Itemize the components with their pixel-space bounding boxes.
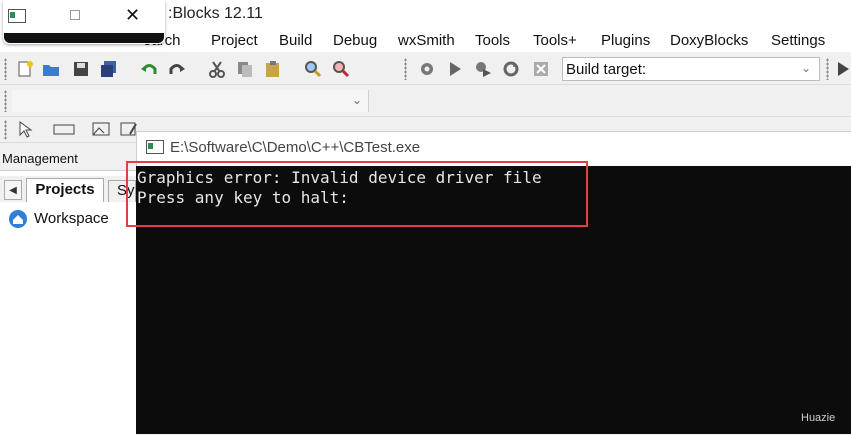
build-target-label: Build target: (566, 61, 647, 78)
tab-scroll-left-icon[interactable]: ◀ (4, 180, 22, 200)
menu-wxsmith[interactable]: wxSmith (398, 32, 455, 49)
menu-doxyblocks[interactable]: DoxyBlocks (670, 32, 748, 49)
ide-title: :Blocks 12.11 (168, 5, 263, 22)
scope-dropdown[interactable] (12, 90, 369, 112)
menu-tools[interactable]: Tools (475, 32, 510, 49)
undo-icon[interactable] (140, 60, 158, 78)
find-icon[interactable] (304, 60, 322, 78)
cut-icon[interactable] (208, 60, 226, 78)
run-icon[interactable] (446, 60, 464, 78)
toolbar-grip[interactable] (4, 90, 7, 112)
build-gear-icon[interactable] (418, 60, 436, 78)
menu-settings[interactable]: Settings (771, 32, 825, 49)
new-file-icon[interactable] (16, 60, 34, 78)
console-app-icon (8, 9, 26, 23)
tab-projects[interactable]: Projects (26, 178, 104, 202)
paste-icon[interactable] (264, 60, 282, 78)
minimized-window-bar (4, 33, 164, 43)
menu-project[interactable]: Project (211, 32, 258, 49)
image-icon[interactable] (92, 120, 110, 138)
workspace-tree-item[interactable]: Workspace (34, 210, 109, 227)
abort-icon[interactable] (532, 60, 550, 78)
toolbar-grip[interactable] (4, 120, 7, 140)
toolbar-grip[interactable] (826, 58, 829, 80)
close-icon[interactable]: ✕ (125, 5, 140, 26)
debug-run-icon[interactable] (836, 60, 850, 78)
copy-icon[interactable] (236, 60, 254, 78)
toolbar-grip[interactable] (4, 58, 7, 80)
annotation-highlight-box (126, 161, 588, 227)
menu-tools-plus[interactable]: Tools+ (533, 32, 577, 49)
rebuild-icon[interactable] (502, 60, 520, 78)
menu-build[interactable]: Build (279, 32, 312, 49)
save-all-icon[interactable] (100, 60, 118, 78)
console-app-icon (146, 140, 164, 154)
menu-plugins[interactable]: Plugins (601, 32, 650, 49)
chevron-down-icon[interactable]: ⌄ (801, 61, 811, 75)
management-panel-title: Management (2, 151, 78, 166)
watermark: Huazie (801, 412, 836, 424)
console-title: E:\Software\C\Demo\C++\CBTest.exe (170, 139, 421, 156)
replace-icon[interactable] (332, 60, 350, 78)
pointer-icon[interactable] (16, 120, 34, 138)
open-folder-icon[interactable] (42, 60, 60, 78)
redo-icon[interactable] (168, 60, 186, 78)
workspace-icon (9, 210, 27, 228)
chevron-down-icon[interactable]: ⌄ (352, 93, 362, 107)
maximize-button[interactable] (70, 10, 80, 20)
save-icon[interactable] (72, 60, 90, 78)
build-and-run-icon[interactable] (474, 60, 492, 78)
menu-debug[interactable]: Debug (333, 32, 377, 49)
rectangle-icon[interactable] (52, 120, 76, 138)
toolbar-grip[interactable] (404, 58, 407, 80)
